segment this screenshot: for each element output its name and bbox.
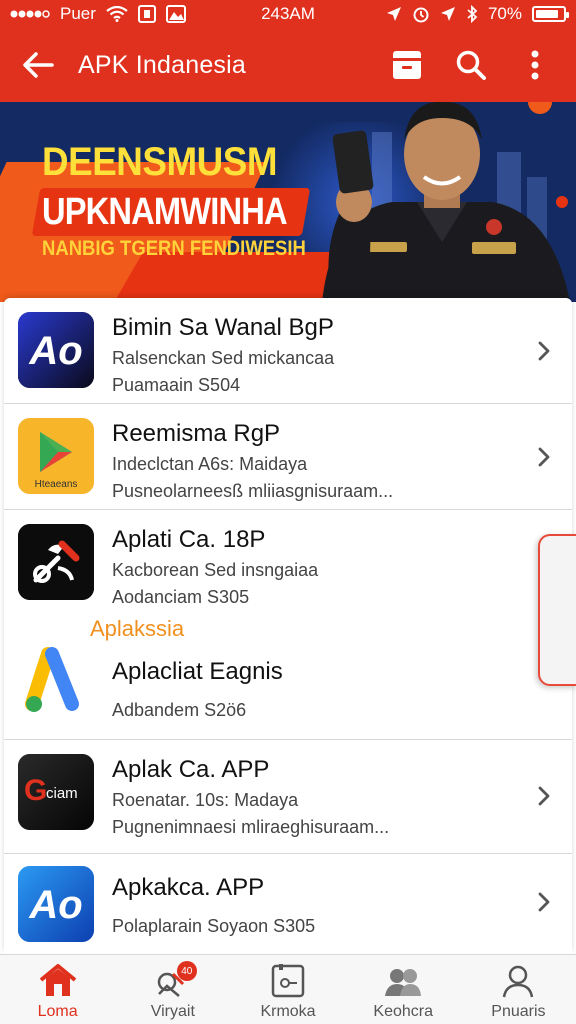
back-button[interactable]	[16, 43, 60, 87]
chevron-right-icon	[534, 892, 554, 912]
notification-icon: 40	[153, 961, 197, 999]
list-item-text: Aplati Ca. 18P Kacborean Sed insngaiaa A…	[112, 526, 522, 608]
archive-button[interactable]	[382, 40, 432, 90]
wrench-icon	[18, 524, 94, 600]
app-title: APK Indanesia	[78, 50, 246, 79]
search-icon	[456, 50, 486, 80]
svg-text:G: G	[24, 774, 47, 807]
nav-home[interactable]: Loma	[0, 955, 115, 1024]
app-subtitle: Ralsenckan Sed mickancaa	[112, 348, 335, 368]
nav-label: Keohcra	[373, 1003, 433, 1020]
status-time: 243AM	[261, 4, 315, 23]
app-title: Aplati Ca. 18P	[112, 526, 266, 553]
app-bar: APK Indanesia	[0, 28, 576, 102]
chevron-right-icon	[534, 786, 554, 806]
nav-notifications[interactable]: 40 Viryait	[115, 955, 230, 1024]
archive-icon	[393, 51, 421, 79]
app-price: Pusneolarneesß mliiasgnisuraam...	[112, 481, 394, 501]
gciam-logo-icon: Gciam	[18, 754, 94, 830]
device-icon	[268, 963, 308, 999]
app-price: Puamaain S504	[112, 375, 241, 395]
svg-text:ciam: ciam	[46, 785, 78, 802]
app-title: Apkakca. APP	[112, 874, 265, 901]
home-icon	[38, 963, 78, 999]
photo-icon	[165, 5, 186, 23]
nav-label: Krmoka	[260, 1003, 316, 1020]
wifi-icon	[106, 6, 128, 22]
chevron-right-icon	[534, 341, 554, 361]
ao-logo-icon: Ao	[18, 866, 94, 942]
notification-badge: 40	[176, 961, 197, 981]
list-item-text: Apkakca. APP Polaplarain Soyaon S305	[112, 874, 522, 937]
battery-percent: 70%	[487, 4, 522, 23]
list-item[interactable]: Gciam Aplak Ca. APP Roenatar. 10s: Maday…	[4, 740, 572, 854]
battery-icon	[532, 6, 569, 22]
play-store-icon: Hteaeans	[18, 418, 94, 494]
app-title: Aplacliat Eagnis	[112, 658, 283, 685]
list-item[interactable]: Ao Bimin Sa Wanal BgP Ralsenckan Sed mic…	[4, 298, 572, 404]
app-title: Bimin Sa Wanal BgP	[112, 314, 334, 341]
list-item[interactable]: Ao Apkakca. APP Polaplarain Soyaon S305	[4, 854, 572, 954]
nav-profile[interactable]: Pnuaris	[461, 955, 576, 1024]
ao-logo-icon: Ao	[18, 312, 94, 388]
list-item-text: Aplacliat Eagnis Adbandem S2ö6	[112, 658, 522, 721]
more-options-button[interactable]	[510, 40, 560, 90]
app-price: Adbandem S2ö6	[112, 700, 247, 720]
svg-text:Hteaeans: Hteaeans	[35, 479, 78, 490]
section-label: Aplakssia	[90, 616, 185, 641]
location-icon	[386, 6, 402, 22]
nav-label: Viryait	[150, 1003, 195, 1020]
svg-text:Ao: Ao	[28, 883, 82, 927]
app-subtitle: Roenatar. 10s: Madaya	[112, 790, 299, 810]
profile-icon	[498, 963, 538, 999]
svg-text:Ao: Ao	[28, 329, 82, 373]
chevron-right-icon	[534, 447, 554, 467]
nav-label: Pnuaris	[491, 1003, 546, 1020]
navigation-icon	[440, 6, 456, 22]
status-right: 70%	[366, 4, 569, 24]
alarm-icon	[412, 5, 430, 23]
list-item-text: Reemisma RgP Indeclctan A6s: Maidaya Pus…	[112, 420, 522, 502]
group-icon	[383, 963, 423, 999]
banner-person-illustration	[322, 102, 570, 302]
nav-label: Loma	[37, 1003, 78, 1020]
notification-square-icon	[137, 5, 156, 23]
status-left: Puer	[10, 4, 210, 24]
app-title: Reemisma RgP	[112, 420, 281, 447]
banner-subheadline: UPKNAMWINHA	[42, 191, 288, 233]
list-item-text: Bimin Sa Wanal BgP Ralsenckan Sed mickan…	[112, 314, 522, 396]
app-price: Pugnenimnaesi mliraeghisuraam...	[112, 817, 390, 837]
app-title: Aplak Ca. APP	[112, 756, 270, 783]
back-arrow-icon	[23, 52, 54, 78]
carrier-name: Puer	[60, 4, 96, 23]
promo-banner[interactable]: DEENSMUSM UPKNAMWINHA NANBIG TGERN FENDI…	[0, 102, 576, 302]
ads-logo-icon	[18, 644, 94, 720]
bluetooth-icon	[466, 5, 478, 23]
signal-dots-icon	[10, 9, 50, 19]
list-item-text: Aplak Ca. APP Roenatar. 10s: Madaya Pugn…	[112, 756, 522, 838]
nav-device[interactable]: Krmoka	[230, 955, 345, 1024]
app-price: Aodanciam S305	[112, 587, 250, 607]
app-subtitle: Indeclctan A6s: Maidaya	[112, 454, 308, 474]
banner-headline: DEENSMUSM	[42, 140, 278, 184]
app-list: Ao Bimin Sa Wanal BgP Ralsenckan Sed mic…	[4, 298, 572, 954]
banner-tagline: NANBIG TGERN FENDIWESIH	[42, 237, 306, 260]
more-vertical-icon	[531, 50, 539, 80]
nav-groups[interactable]: Keohcra	[346, 955, 461, 1024]
app-subtitle: Kacborean Sed insngaiaa	[112, 560, 319, 580]
status-bar: Puer 243AM 70%	[0, 0, 576, 28]
search-button[interactable]	[446, 40, 496, 90]
app-price: Polaplarain Soyaon S305	[112, 916, 316, 936]
bottom-navigation: Loma 40 Viryait Krmoka Keohcra Pnuaris	[0, 954, 576, 1024]
side-drawer-handle[interactable]	[538, 534, 576, 686]
list-item[interactable]: Hteaeans Reemisma RgP Indeclctan A6s: Ma…	[4, 404, 572, 510]
